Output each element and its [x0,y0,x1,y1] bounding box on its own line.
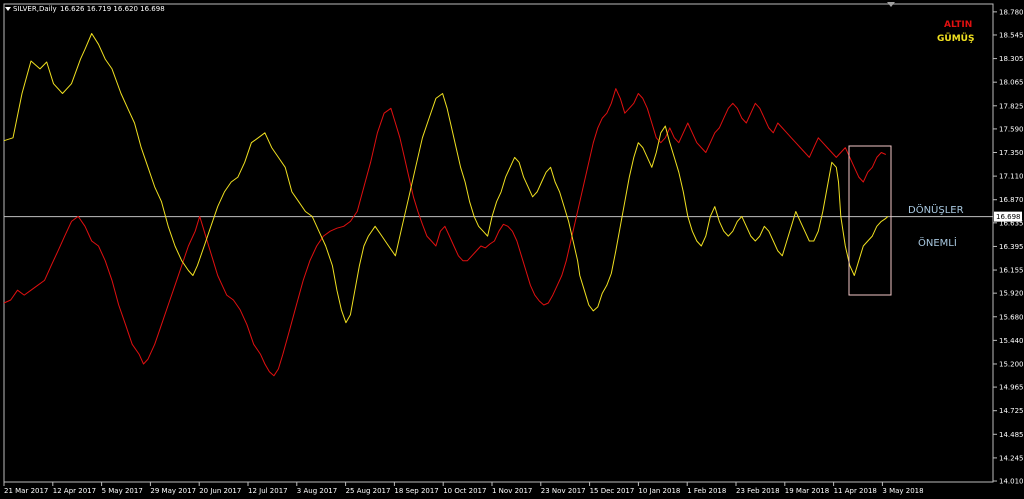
series-layer [3,33,889,377]
legend-gumus: GÜMÜŞ [937,33,974,44]
y-tick-label: 15.680 [999,313,1024,321]
x-tick-label: 1 Nov 2017 [492,487,532,495]
x-tick-label: 11 Apr 2018 [834,487,877,495]
y-tick-label: 15.440 [999,337,1024,345]
y-tick-label: 18.545 [999,31,1024,39]
x-tick-label: 29 May 2017 [150,487,196,495]
y-tick-label: 14.485 [999,431,1024,439]
legend-altin: ALTIN [944,20,972,30]
y-tick-label: 16.870 [999,196,1024,204]
series-line-altin [3,88,887,377]
y-tick-label: 14.965 [999,384,1024,392]
ohlc-values: 16.626 16.719 16.620 16.698 [60,5,165,13]
y-tick-label: 14.010 [999,478,1024,486]
x-tick-label: 25 Aug 2017 [346,487,391,495]
y-tick-label: 17.110 [999,173,1024,181]
annotation-onemli: ÖNEMLİ [918,236,957,249]
x-tick-label: 3 Aug 2017 [297,487,337,495]
x-tick-label: 1 Feb 2018 [687,487,726,495]
y-tick-label: 14.245 [999,454,1024,462]
axis-layer: 18.780 18.545 18.305 18.065 17.825 17.590 17.3… [3,3,1024,495]
x-tick-label: 18 Sep 2017 [394,487,438,495]
x-tick-label: 5 May 2017 [102,487,143,495]
x-tick-label: 21 Mar 2017 [4,487,48,495]
series-line-gumus [3,33,889,324]
symbol-label: SILVER,Daily [13,5,57,13]
x-tick-label: 10 Oct 2017 [443,487,486,495]
x-tick-label: 15 Dec 2017 [590,487,635,495]
collapse-triangle-icon[interactable] [5,7,11,11]
y-tick-label: 15.200 [999,360,1024,368]
current-price-label: 16.698 [996,213,1021,221]
y-tick-label: 17.590 [999,125,1024,133]
x-tick-label: 23 Nov 2017 [541,487,586,495]
annotation-donusler: DÖNÜŞLER [908,203,964,216]
x-tick-label: 10 Jan 2018 [638,487,680,495]
y-tick-label: 14.725 [999,407,1024,415]
y-tick-label: 15.920 [999,290,1024,298]
chart-window: 18.780 18.545 18.305 18.065 17.825 17.590 17.3… [0,0,1024,499]
y-tick-label: 17.350 [999,149,1024,157]
x-tick-label: 20 Jun 2017 [199,487,241,495]
y-tick-label: 16.395 [999,243,1024,251]
y-tick-label: 18.305 [999,55,1024,63]
x-tick-label: 12 Jul 2017 [248,487,288,495]
y-tick-label: 18.065 [999,79,1024,87]
x-tick-label: 23 Feb 2018 [736,487,780,495]
x-tick-label: 3 May 2018 [882,487,923,495]
x-tick-label: 12 Apr 2017 [53,487,96,495]
price-chart: 18.780 18.545 18.305 18.065 17.825 17.590 17.3… [3,2,1024,495]
y-tick-label: 18.780 [999,8,1024,16]
y-tick-label: 17.825 [999,102,1024,110]
x-tick-label: 19 Mar 2018 [785,487,829,495]
y-tick-label: 16.155 [999,267,1024,275]
overlay-layer: DÖNÜŞLER ÖNEMLİ ALTIN GÜMÜŞ [848,20,974,296]
